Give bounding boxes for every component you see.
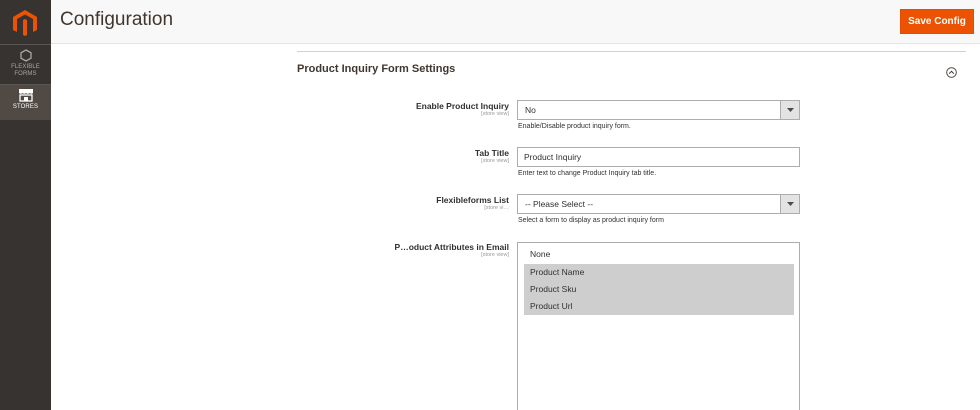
flexibleforms-list-select[interactable]: -- Please Select -- <box>517 194 800 214</box>
enable-product-inquiry-note: Enable/Disable product inquiry form. <box>518 123 631 130</box>
circle-chevron-up-icon[interactable] <box>946 65 957 78</box>
magento-logo-icon[interactable] <box>13 10 37 36</box>
page-title: Configuration <box>60 9 174 30</box>
option-product-url[interactable]: Product Url <box>524 298 794 315</box>
option-none[interactable]: None <box>524 246 794 263</box>
section-divider <box>297 51 966 52</box>
enable-product-inquiry-select[interactable]: No <box>517 100 800 120</box>
flexibleforms-list-note: Select a form to display as product inqu… <box>518 217 664 224</box>
save-config-button[interactable]: Save Config <box>900 9 974 34</box>
page-header: Configuration Save Config <box>51 0 980 44</box>
chevron-down-icon <box>787 108 794 112</box>
tab-title-scope: [store view] <box>481 158 509 164</box>
tab-title-label: Tab Title <box>474 148 509 158</box>
sidebar-item-label: STORES <box>12 104 39 110</box>
enable-product-inquiry-scope: [store view] <box>481 111 509 117</box>
sidebar-item-label-2: FORMS <box>14 71 37 77</box>
store-icon <box>18 89 33 102</box>
product-attributes-multiselect[interactable]: None Product Name Product Sku Product Ur… <box>517 242 800 410</box>
tab-title-note: Enter text to change Product Inquiry tab… <box>518 170 657 177</box>
sidebar-item-flexible-forms[interactable]: FLEXIBLE FORMS <box>0 44 51 84</box>
product-attributes-email-label: P…oduct Attributes in Email <box>394 242 509 252</box>
select-value: -- Please Select -- <box>525 199 594 209</box>
section-title[interactable]: Product Inquiry Form Settings <box>297 63 455 75</box>
flexibleforms-list-scope: [store vi… <box>484 205 509 211</box>
chevron-down-icon <box>787 202 794 206</box>
option-product-sku[interactable]: Product Sku <box>524 281 794 298</box>
flexibleforms-list-label: Flexibleforms List <box>436 195 509 205</box>
admin-sidebar: FLEXIBLE FORMS STORES <box>0 0 51 410</box>
enable-product-inquiry-label: Enable Product Inquiry <box>415 101 509 111</box>
product-attributes-email-scope: [store view] <box>481 252 509 258</box>
hexagon-icon <box>19 49 32 62</box>
option-product-name[interactable]: Product Name <box>524 264 794 281</box>
dropdown-arrow[interactable] <box>780 101 799 119</box>
sidebar-item-label: FLEXIBLE <box>11 64 40 70</box>
select-value: No <box>525 105 536 115</box>
sidebar-item-stores[interactable]: STORES <box>0 84 51 120</box>
dropdown-arrow[interactable] <box>780 195 799 213</box>
tab-title-input[interactable] <box>517 147 800 167</box>
